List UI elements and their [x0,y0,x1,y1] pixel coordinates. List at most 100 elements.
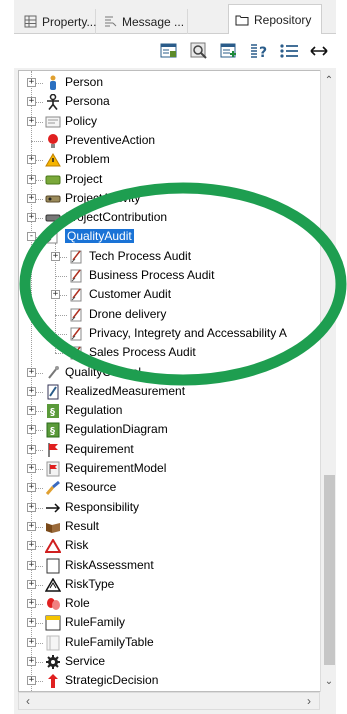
expand-toggle[interactable]: + [51,251,60,261]
tree-node[interactable]: + § Regulation [19,401,320,420]
tree-node[interactable]: + RiskAssessment [19,556,320,575]
tree-node-label: ProjectContribution [65,210,168,225]
regulation-icon: § [45,403,61,419]
scroll-down-icon[interactable]: ⌄ [321,673,337,689]
expand-toggle[interactable]: + [27,174,36,184]
table-view-button[interactable] [158,40,180,62]
tree-connector [55,333,67,335]
expand-toggle[interactable]: + [27,97,36,107]
expand-toggle[interactable]: + [27,464,36,473]
tree-node[interactable]: + RealizedMeasurement [19,382,320,401]
table-view-icon [160,43,177,58]
vertical-scrollbar[interactable]: ⌃ ⌄ [320,70,336,692]
list-button[interactable] [278,40,300,62]
tree-node-label: Resource [65,480,117,495]
help-query-icon: ? [251,44,267,60]
tab-message[interactable]: Message ... [98,9,188,34]
scroll-right-icon[interactable]: › [301,693,317,709]
expand-toggle[interactable]: + [27,406,36,416]
expand-toggle[interactable]: + [27,367,36,377]
expand-toggle[interactable]: + [27,618,36,628]
tree-node[interactable]: + Responsibility [19,498,320,517]
expand-toggle[interactable]: + [27,676,36,686]
expand-toggle[interactable]: + [27,599,36,609]
tree-node[interactable]: + RequirementModel [19,459,320,478]
resource-icon [45,480,61,496]
expand-toggle[interactable]: + [27,444,36,454]
expand-toggle[interactable]: + [27,78,36,87]
tree-node-label: Result [65,518,100,533]
repository-tree[interactable]: + Person + Persona + Policy PreventiveAction + P… [18,70,320,692]
tree-node[interactable]: + Project [19,170,320,189]
tree-node[interactable]: + StrategicDecision [19,671,320,690]
tab-property[interactable]: Property... [18,9,96,34]
tree-child-node[interactable]: Privacy, Integrety and Accessability A [19,324,320,343]
tree-node[interactable]: + Requirement [19,440,320,459]
expand-toggle[interactable]: + [27,521,36,531]
expand-toggle[interactable]: + [51,290,60,300]
risk-assessment-icon [45,558,61,574]
tree-node[interactable]: + Persona [19,92,320,111]
strategic-decision-icon [45,673,61,689]
tree-node[interactable]: - QualityAudit [19,227,320,246]
expand-toggle[interactable]: + [27,193,36,203]
tree-node[interactable]: + Service [19,652,320,671]
expand-toggle[interactable]: + [27,560,36,570]
expand-toggle[interactable]: + [27,637,36,647]
tree-node[interactable]: + Resource [19,478,320,497]
tree-node[interactable]: + Result [19,517,320,536]
expand-toggle[interactable]: + [27,425,36,435]
add-element-icon [220,43,236,58]
scroll-left-icon[interactable]: ‹ [20,693,36,709]
add-element-button[interactable] [218,40,240,62]
collapse-toggle[interactable]: - [27,232,36,242]
tree-node[interactable]: + Policy [19,112,320,131]
search-tree-button[interactable] [188,40,210,62]
tree-child-node[interactable]: Drone delivery [19,305,320,324]
expand-width-button[interactable] [308,40,330,62]
tree-node[interactable]: + RuleFamily [19,613,320,632]
tree-node[interactable]: + Role [19,594,320,613]
tree-node[interactable]: PreventiveAction [19,131,320,150]
tree-child-node[interactable]: Sales Process Audit [19,343,320,362]
project-contribution-icon [45,210,61,226]
tab-message-label: Message ... [122,14,185,29]
expand-toggle[interactable]: + [27,116,36,126]
tree-node-label: Project [65,171,103,186]
tab-repository-label: Repository [254,13,312,27]
expand-toggle[interactable]: + [27,541,36,551]
audit-icon [69,345,85,361]
expand-toggle[interactable]: + [27,483,36,493]
tab-repository[interactable]: Repository [228,4,322,35]
tree-node[interactable]: + § RegulationDiagram [19,420,320,439]
tree-node-label: Sales Process Audit [89,345,196,360]
tree-node[interactable]: + ProjectActivity [19,189,320,208]
tree-node[interactable]: + QualityControl [19,363,320,382]
help-query-button[interactable]: ? [248,40,270,62]
tree-child-node[interactable]: Business Process Audit [19,266,320,285]
repository-panel: Property... Message ... Repository ? + P… [14,0,336,714]
tree-child-node[interactable]: + Customer Audit [19,285,320,304]
measurement-icon [45,384,61,400]
tree-node-label: Policy [65,113,98,128]
tree-node[interactable]: + RuleFamilyTable [19,633,320,652]
scroll-up-icon[interactable]: ⌃ [321,72,337,88]
audit-icon [69,249,85,265]
horizontal-scrollbar[interactable]: ‹ › [18,692,320,710]
expand-toggle[interactable]: + [27,155,36,165]
tree-node[interactable]: + Person [19,73,320,92]
expand-toggle[interactable]: + [27,213,36,223]
tree-node[interactable]: + RiskType [19,575,320,594]
scrollbar-thumb[interactable] [324,475,335,665]
tree-node[interactable]: + ProjectContribution [19,208,320,227]
regulation-diagram-icon: § [45,422,61,438]
expand-toggle[interactable]: + [27,657,36,666]
tree-node[interactable]: + Problem [19,150,320,169]
expand-toggle[interactable]: + [27,579,36,589]
tree-node-label: ProjectActivity [65,190,141,205]
expand-toggle[interactable]: + [27,502,36,512]
expand-toggle[interactable]: + [27,386,36,396]
tree-node[interactable]: + Risk [19,536,320,555]
tree-node-label: StrategicDecision [65,673,159,688]
tree-child-node[interactable]: + Tech Process Audit [19,247,320,266]
